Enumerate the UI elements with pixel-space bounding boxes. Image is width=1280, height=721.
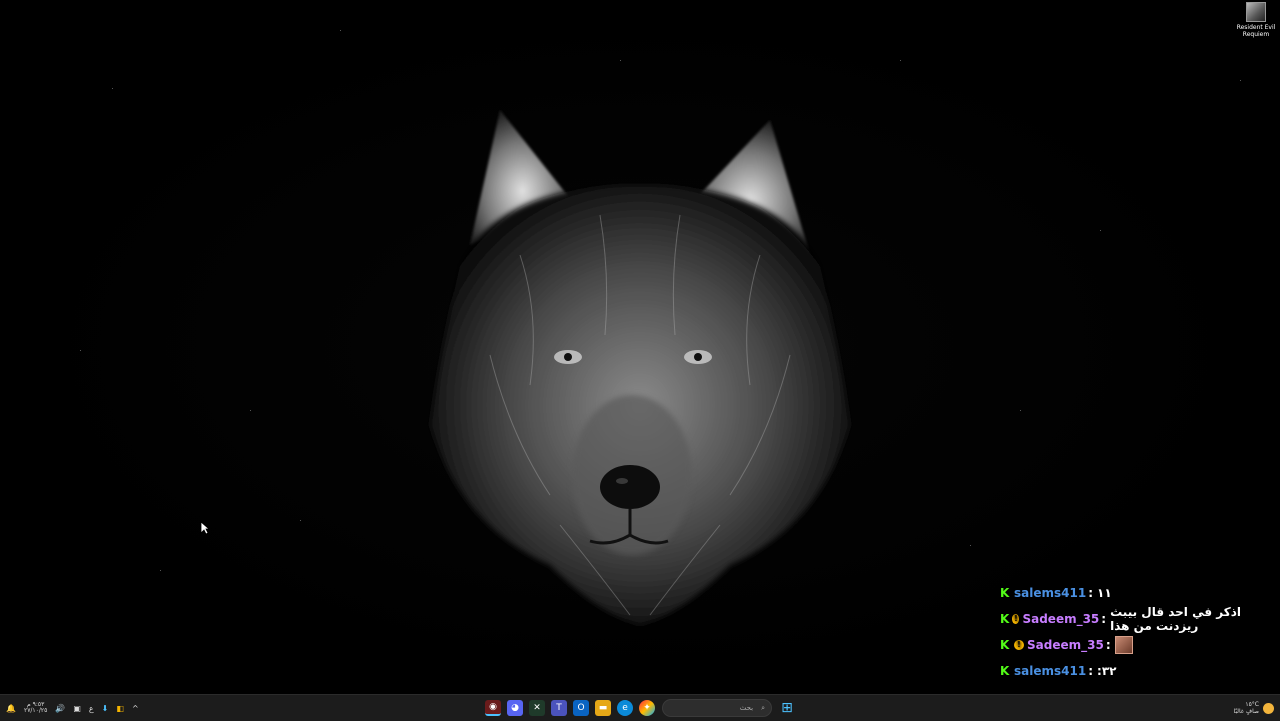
chat-separator: :	[1105, 638, 1111, 652]
star	[80, 350, 81, 351]
star	[300, 520, 301, 521]
star	[620, 60, 621, 61]
weather-widget[interactable]: ١٥°C صافٍ غالبًا	[1234, 695, 1274, 721]
star	[1240, 80, 1241, 81]
chat-message: K ! Sadeem_35 :	[990, 632, 1270, 658]
chat-text: :٣٢	[1097, 664, 1117, 678]
clock[interactable]: ٩:٥٣ م ٢٧/١٠/٢٥	[24, 702, 47, 714]
search-placeholder: بحث	[739, 704, 754, 712]
desktop: Resident Evil Requiem K salems411 : ١١ K…	[0, 0, 1280, 694]
taskbar: 🔔 ٩:٥٣ م ٢٧/١٠/٢٥ 🔊 ▣ ع ⬇ ◧ ^ ◉ ◕ ✕ T O …	[0, 694, 1280, 721]
network-icon[interactable]: ▣	[73, 704, 81, 713]
chat-username: salems411	[1014, 664, 1087, 678]
emote-image	[1114, 636, 1133, 654]
chat-message: K salems411 : :٣٢	[990, 658, 1270, 684]
terminal-icon[interactable]: ✕	[529, 700, 545, 716]
kick-badge-icon: K	[1000, 585, 1010, 600]
chat-separator: :	[1088, 664, 1093, 678]
mouse-cursor-icon	[200, 521, 210, 535]
file-explorer-icon[interactable]: ▬	[595, 700, 611, 716]
kick-badge-icon: K	[1000, 663, 1010, 678]
star	[1020, 410, 1021, 411]
chat-text: اذكر في احد قال بيبث ريزدنت من هذا	[1110, 605, 1241, 633]
coin-badge-icon: !	[1014, 640, 1024, 650]
weather-description: صافٍ غالبًا	[1233, 708, 1259, 715]
chat-message: K salems411 : ١١	[990, 580, 1270, 606]
coin-badge-icon: !	[1012, 614, 1020, 624]
taskbar-search-box[interactable]: بحث ⌕	[662, 699, 772, 717]
system-tray: 🔔 ٩:٥٣ م ٢٧/١٠/٢٥ 🔊 ▣ ع ⬇ ◧ ^	[6, 695, 147, 721]
download-icon[interactable]: ⬇	[102, 704, 109, 713]
star	[970, 545, 971, 546]
star	[250, 410, 251, 411]
obs-icon[interactable]: ◉	[485, 700, 501, 716]
chat-separator: :	[1088, 586, 1093, 600]
start-windows-icon[interactable]: ⊞	[779, 700, 795, 716]
clock-date: ٢٧/١٠/٢٥	[23, 707, 48, 714]
show-hidden-icons-chevron-icon[interactable]: ^	[132, 704, 139, 713]
taskbar-apps: ◉ ◕ ✕ T O ▬ e ✦ بحث ⌕ ⊞	[482, 695, 798, 721]
volume-icon[interactable]: 🔊	[55, 704, 65, 713]
chat-separator: :	[1101, 612, 1107, 626]
desktop-shortcut-resident-evil[interactable]: Resident Evil Requiem	[1232, 2, 1280, 38]
star	[340, 30, 341, 31]
star	[160, 570, 161, 571]
chat-text: ١١	[1097, 586, 1112, 600]
stream-chat-overlay: K salems411 : ١١ K ! Sadeem_35 : اذكر في…	[990, 580, 1270, 684]
tray-app-icon[interactable]: ◧	[116, 704, 124, 713]
star	[1100, 230, 1101, 231]
discord-icon[interactable]: ◕	[507, 700, 523, 716]
weather-temperature: ١٥°C	[1245, 701, 1259, 708]
chat-username: Sadeem_35	[1027, 638, 1104, 652]
kick-badge-icon: K	[1000, 611, 1010, 626]
input-language[interactable]: ع	[89, 704, 94, 713]
game-shortcut-icon	[1246, 2, 1266, 22]
teams-icon[interactable]: T	[551, 700, 567, 716]
copilot-icon[interactable]: ✦	[639, 700, 655, 716]
shortcut-label-line2: Requiem	[1242, 31, 1270, 38]
chat-username: Sadeem_35	[1022, 612, 1100, 626]
outlook-icon[interactable]: O	[573, 700, 589, 716]
weather-sun-icon	[1263, 702, 1274, 714]
notification-bell-icon[interactable]: 🔔	[6, 704, 16, 713]
edge-icon[interactable]: e	[617, 700, 633, 716]
star	[112, 88, 113, 89]
search-icon: ⌕	[761, 703, 765, 712]
chat-username: salems411	[1014, 586, 1087, 600]
star	[900, 60, 901, 61]
chat-message: K ! Sadeem_35 : اذكر في احد قال بيبث ريز…	[990, 605, 1270, 633]
shortcut-label-line1: Resident Evil	[1236, 24, 1276, 31]
wolf-wallpaper-image	[430, 110, 850, 625]
kick-badge-icon: K	[1000, 637, 1010, 652]
